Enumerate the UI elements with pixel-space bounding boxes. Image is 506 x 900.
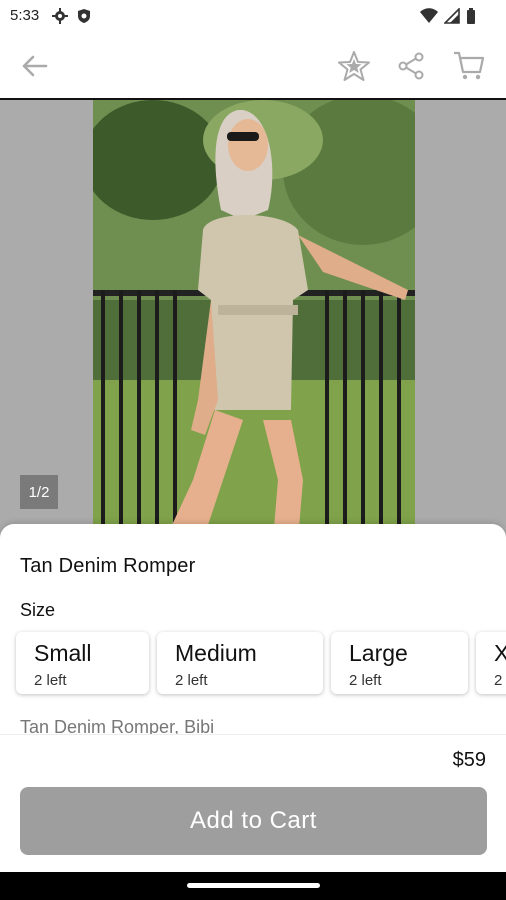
shield-icon [78, 9, 90, 23]
size-stock: 2 left [34, 672, 67, 689]
size-option-small[interactable]: Small 2 left [16, 632, 149, 694]
status-bar: 5:33 [0, 0, 506, 32]
size-stock: 2 left [175, 672, 208, 689]
share-icon [398, 52, 424, 80]
size-selector: Small 2 left Medium 2 left Large 2 left … [0, 629, 506, 699]
size-option-medium[interactable]: Medium 2 left [157, 632, 323, 694]
size-name: Large [349, 640, 408, 666]
product-title: Tan Denim Romper [20, 555, 196, 577]
arrow-left-icon [22, 55, 48, 77]
favorite-button[interactable] [336, 48, 372, 84]
star-icon [338, 51, 370, 81]
product-price: $59 [452, 749, 486, 771]
status-icons-left [52, 8, 92, 24]
home-gesture-handle[interactable] [187, 883, 320, 888]
share-button[interactable] [393, 48, 429, 84]
battery-icon [467, 8, 475, 24]
product-photo[interactable] [93, 100, 415, 540]
size-option-large[interactable]: Large 2 left [331, 632, 468, 694]
product-photo-illustration [93, 100, 415, 540]
status-time: 5:33 [10, 7, 40, 24]
product-description: Tan Denim Romper, Bibi [20, 717, 215, 735]
cart-icon [454, 51, 485, 80]
back-button[interactable] [16, 48, 52, 84]
system-navigation-bar [0, 872, 506, 900]
size-stock: 2 [494, 672, 503, 689]
size-name: Medium [175, 640, 257, 666]
size-name: X [494, 640, 506, 666]
wifi-icon [420, 8, 438, 23]
settings-icon [52, 8, 68, 24]
size-option-x[interactable]: X 2 [476, 632, 506, 694]
status-icons-right [420, 8, 476, 24]
product-image-gallery[interactable]: 1/2 [0, 100, 506, 540]
add-to-cart-button[interactable]: Add to Cart [20, 787, 487, 855]
image-page-indicator: 1/2 [20, 475, 58, 509]
cart-button[interactable] [451, 48, 487, 84]
signal-icon [444, 8, 460, 24]
divider [0, 734, 506, 735]
size-name: Small [34, 640, 92, 666]
app-bar [0, 32, 506, 100]
size-label: Size [20, 600, 56, 620]
size-stock: 2 left [349, 672, 382, 689]
product-detail-sheet: Tan Denim Romper Size Small 2 left Mediu… [0, 524, 506, 872]
